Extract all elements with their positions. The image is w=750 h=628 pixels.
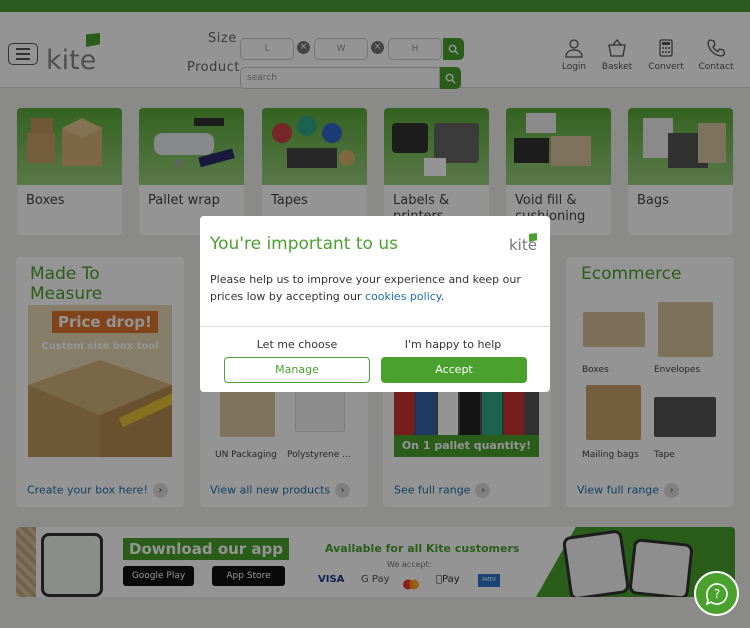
dialog-body-end: . bbox=[440, 290, 445, 303]
dialog-body: Please help us to improve your experienc… bbox=[210, 271, 535, 305]
dialog-title: You're important to us bbox=[210, 234, 398, 254]
help-chat-icon: ? bbox=[705, 582, 728, 605]
cookie-consent-dialog: You're important to us kite Please help … bbox=[200, 216, 550, 392]
help-chat-button[interactable]: ? bbox=[694, 571, 739, 616]
dialog-logo: kite bbox=[509, 233, 537, 254]
manage-button[interactable]: Manage bbox=[224, 357, 370, 383]
cookies-policy-link[interactable]: cookies policy bbox=[365, 290, 441, 303]
svg-text:?: ? bbox=[713, 587, 719, 601]
accept-button[interactable]: Accept bbox=[381, 357, 527, 383]
happy-to-help-caption: I'm happy to help bbox=[404, 338, 502, 351]
let-me-choose-caption: Let me choose bbox=[256, 338, 338, 351]
dialog-divider bbox=[200, 326, 550, 327]
